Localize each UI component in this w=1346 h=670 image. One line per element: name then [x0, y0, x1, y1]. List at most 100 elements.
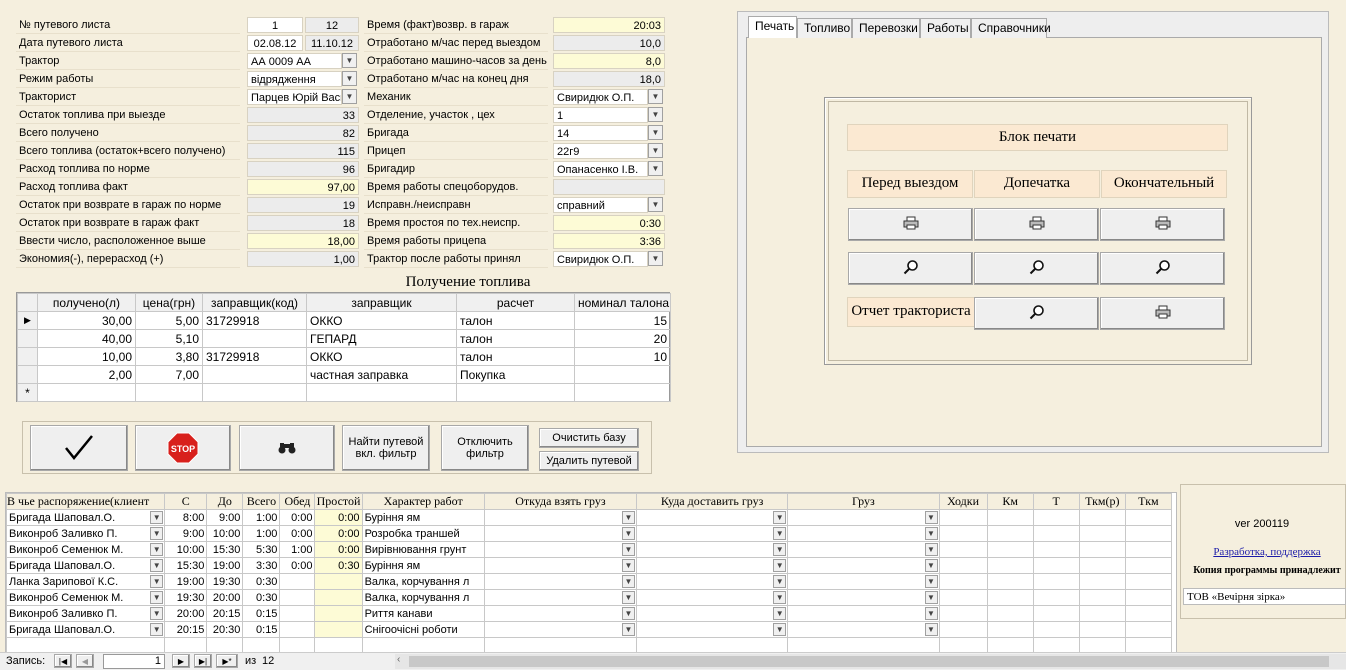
- numeric-cell[interactable]: [1032, 589, 1080, 606]
- numeric-cell[interactable]: [938, 541, 988, 558]
- numeric-cell[interactable]: [1124, 541, 1173, 558]
- time-cell[interactable]: 19:00: [164, 573, 208, 590]
- left-field-value[interactable]: 02.08.12: [247, 35, 303, 51]
- left-field-value[interactable]: 96: [247, 161, 359, 177]
- chevron-down-icon[interactable]: ▼: [342, 71, 357, 86]
- client-cell[interactable]: Бригада Шаповал.О. ▼: [6, 509, 166, 526]
- work-type-cell[interactable]: Валка, корчування л: [361, 573, 485, 590]
- chevron-down-icon[interactable]: ▼: [648, 251, 663, 266]
- left-field-value[interactable]: 18,00: [247, 233, 359, 249]
- dropdown-cell[interactable]: ▼: [787, 557, 940, 574]
- numeric-cell[interactable]: [938, 557, 988, 574]
- numeric-cell[interactable]: [986, 605, 1034, 622]
- time-cell[interactable]: [279, 573, 316, 590]
- table-row[interactable]: Виконроб Заливко П. ▼ 9:00 10:00 1:00 0:00 0:0…: [6, 525, 1173, 542]
- numeric-cell[interactable]: [986, 509, 1034, 526]
- chevron-down-icon[interactable]: ▼: [924, 591, 938, 604]
- time-cell[interactable]: 9:00: [206, 509, 244, 526]
- tab-1[interactable]: Топливо: [797, 18, 852, 38]
- tab-4[interactable]: Справочники: [971, 18, 1051, 38]
- time-cell[interactable]: 1:00: [242, 509, 281, 526]
- chevron-down-icon[interactable]: ▼: [622, 607, 636, 620]
- chevron-down-icon[interactable]: ▼: [773, 559, 787, 572]
- chevron-down-icon[interactable]: ▼: [924, 511, 938, 524]
- next-record-button[interactable]: ▶: [172, 654, 190, 668]
- numeric-cell[interactable]: [1032, 525, 1080, 542]
- row-selector[interactable]: ▶: [17, 311, 38, 330]
- numeric-cell[interactable]: [1078, 589, 1126, 606]
- work-type-cell[interactable]: Вирівнювання грунт: [361, 541, 485, 558]
- time-cell[interactable]: 0:00: [279, 557, 316, 574]
- tab-2[interactable]: Перевозки: [852, 18, 920, 38]
- chevron-down-icon[interactable]: ▼: [924, 559, 938, 572]
- preview-button[interactable]: [1100, 252, 1225, 285]
- dropdown-cell[interactable]: ▼: [636, 573, 789, 590]
- dropdown-cell[interactable]: ▼: [636, 605, 789, 622]
- table-row[interactable]: Бригада Шаповал.О. ▼ 8:00 9:00 1:00 0:00 0:00 Б…: [6, 509, 1173, 526]
- dropdown-cell[interactable]: ▼: [483, 573, 638, 590]
- table-row[interactable]: Виконроб Семенюк М. ▼ 19:30 20:00 0:30 Валка,…: [6, 589, 1173, 606]
- numeric-cell[interactable]: [1032, 621, 1080, 638]
- chevron-down-icon[interactable]: ▼: [150, 575, 164, 588]
- fuel-cell[interactable]: 30,00: [37, 311, 136, 330]
- chevron-down-icon[interactable]: ▼: [648, 143, 663, 158]
- right-field-value[interactable]: 3:36: [553, 233, 665, 249]
- table-row[interactable]: Ланка Зарипової К.С. ▼ 19:00 19:30 0:30 Валка…: [6, 573, 1173, 590]
- numeric-cell[interactable]: [938, 605, 988, 622]
- work-type-cell[interactable]: Буріння ям: [361, 509, 485, 526]
- fuel-cell[interactable]: ОККО: [306, 347, 457, 366]
- filter-off-button[interactable]: Отключить фильтр: [441, 425, 529, 471]
- numeric-cell[interactable]: [986, 589, 1034, 606]
- new-record-button[interactable]: ▶*: [216, 654, 238, 668]
- time-cell[interactable]: 20:15: [206, 605, 244, 622]
- dropdown-cell[interactable]: ▼: [787, 589, 940, 606]
- chevron-down-icon[interactable]: ▼: [622, 575, 636, 588]
- client-cell[interactable]: Ланка Зарипової К.С. ▼: [6, 573, 166, 590]
- numeric-cell[interactable]: [1124, 589, 1173, 606]
- left-field-value[interactable]: 18: [247, 215, 359, 231]
- chevron-down-icon[interactable]: ▼: [924, 623, 938, 636]
- work-type-cell[interactable]: Валка, корчування л: [361, 589, 485, 606]
- numeric-cell[interactable]: [1124, 605, 1173, 622]
- scroll-thumb[interactable]: [409, 656, 1329, 667]
- dropdown-cell[interactable]: ▼: [636, 557, 789, 574]
- numeric-cell[interactable]: [1032, 509, 1080, 526]
- fuel-cell[interactable]: [574, 383, 671, 402]
- time-cell[interactable]: 5:30: [242, 541, 281, 558]
- time-cell[interactable]: [314, 573, 363, 590]
- row-selector[interactable]: [17, 365, 38, 384]
- chevron-down-icon[interactable]: ▼: [773, 575, 787, 588]
- numeric-cell[interactable]: [1032, 605, 1080, 622]
- right-field-value[interactable]: 1: [553, 107, 648, 123]
- clear-db-button[interactable]: Очистить базу: [539, 428, 639, 448]
- chevron-down-icon[interactable]: ▼: [622, 591, 636, 604]
- fuel-cell[interactable]: [574, 365, 671, 384]
- dropdown-cell[interactable]: ▼: [636, 589, 789, 606]
- chevron-down-icon[interactable]: ▼: [773, 607, 787, 620]
- time-cell[interactable]: 0:30: [242, 573, 281, 590]
- tab-3[interactable]: Работы: [920, 18, 971, 38]
- left-field-value[interactable]: АА 0009 АА: [247, 53, 342, 69]
- prev-record-button[interactable]: ◀: [76, 654, 94, 668]
- right-field-value[interactable]: [553, 179, 665, 195]
- fuel-cell[interactable]: 3,80: [135, 347, 203, 366]
- dropdown-cell[interactable]: ▼: [483, 509, 638, 526]
- chevron-down-icon[interactable]: ▼: [648, 125, 663, 140]
- chevron-down-icon[interactable]: ▼: [150, 511, 164, 524]
- left-field-value[interactable]: 33: [247, 107, 359, 123]
- fuel-cell[interactable]: [135, 383, 203, 402]
- time-cell[interactable]: 0:00: [314, 509, 363, 526]
- dropdown-cell[interactable]: ▼: [787, 605, 940, 622]
- right-field-value[interactable]: 10,0: [553, 35, 665, 51]
- time-cell[interactable]: 8:00: [164, 509, 208, 526]
- fuel-cell[interactable]: 5,10: [135, 329, 203, 348]
- numeric-cell[interactable]: [1032, 557, 1080, 574]
- fuel-cell[interactable]: [202, 329, 307, 348]
- fuel-cell[interactable]: талон: [456, 329, 575, 348]
- chevron-down-icon[interactable]: ▼: [924, 575, 938, 588]
- client-cell[interactable]: Бригада Шаповал.О. ▼: [6, 621, 166, 638]
- dropdown-cell[interactable]: ▼: [483, 589, 638, 606]
- last-record-button[interactable]: ▶|: [194, 654, 212, 668]
- left-field-value[interactable]: 82: [247, 125, 359, 141]
- table-row[interactable]: 2,00 7,00 частная заправка Покупка: [17, 365, 671, 384]
